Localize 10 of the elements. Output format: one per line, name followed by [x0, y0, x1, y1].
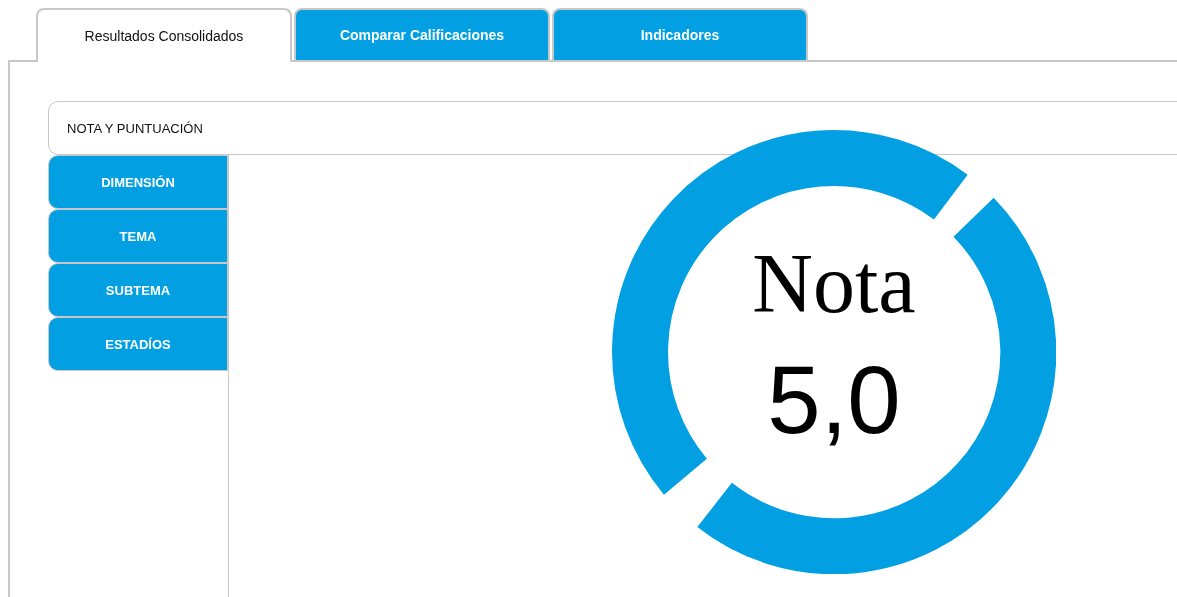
tab[interactable]: Resultados Consolidados [36, 8, 292, 62]
side-tab[interactable]: NOTA Y PUNTUACIÓN [48, 101, 1177, 155]
score-value: 5,0 [766, 352, 902, 448]
side-tab[interactable]: SUBTEMA [48, 263, 228, 317]
tab[interactable]: Indicadores [552, 8, 808, 60]
side-tab[interactable]: DIMENSIÓN [48, 155, 228, 209]
side-tab[interactable]: ESTADÍOS [48, 317, 228, 371]
score-label: Nota [751, 242, 917, 326]
side-tab[interactable]: TEMA [48, 209, 228, 263]
tab[interactable]: Comparar Calificaciones [294, 8, 550, 60]
